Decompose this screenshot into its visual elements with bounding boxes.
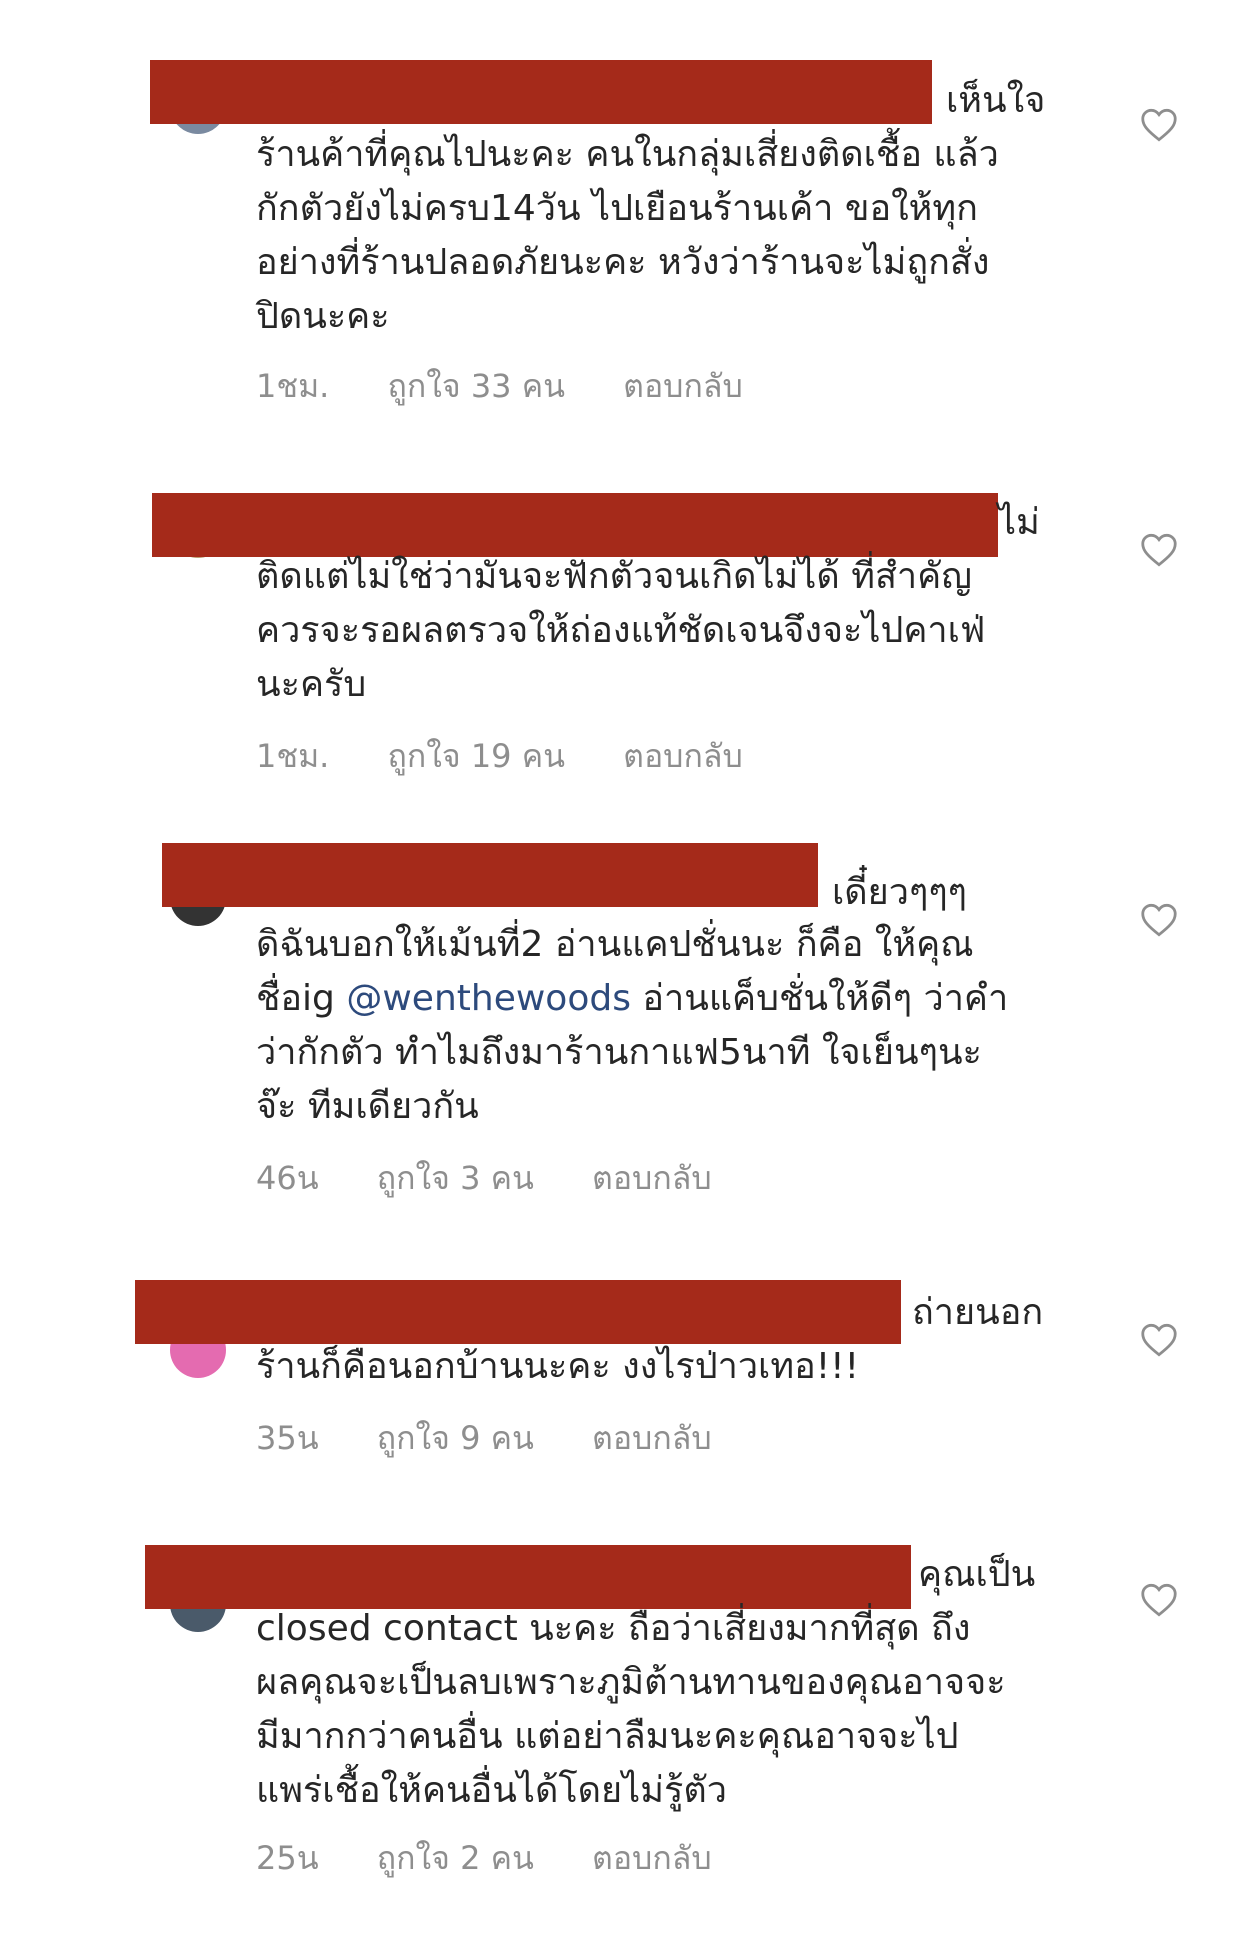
comment-text-start: เห็นใจ <box>946 80 1046 121</box>
comment-line: อย่างที่ร้านปลอดภัยนะคะ หวังว่าร้านจะไม่… <box>256 242 990 283</box>
comment-line: ว่ากักตัว ทำไมถึงมาร้านกาแฟ5นาที ใจเย็นๆ… <box>256 1032 982 1073</box>
likes-count[interactable]: ถูกใจ 9 คน <box>377 1418 534 1458</box>
comment-time: 25น <box>256 1839 319 1877</box>
comment-line: นะครับ <box>256 664 367 705</box>
heart-outline-icon[interactable] <box>1140 1323 1178 1357</box>
comment-text-start: เดี๋ยวๆๆๆ <box>832 872 967 913</box>
comment-meta: 1ชม. ถูกใจ 19 คน ตอบกลับ <box>256 736 791 776</box>
comment-time: 1ชม. <box>256 367 330 405</box>
redacted-username <box>162 843 818 907</box>
comment-meta: 35น ถูกใจ 9 คน ตอบกลับ <box>256 1418 760 1458</box>
comment-line: ร้านค้าที่คุณไปนะคะ คนในกลุ่มเสี่ยงติดเช… <box>256 134 999 175</box>
comment-line-end: อ่านแค็บชั่นให้ดีๆ ว่าคำ <box>630 978 1009 1019</box>
redacted-username <box>145 1545 911 1609</box>
comment-text: ร้านก็คือนอกบ้านนะคะ งงไรป่าวเทอ!!! <box>256 1340 1086 1394</box>
likes-count[interactable]: ถูกใจ 3 คน <box>377 1158 534 1198</box>
reply-button[interactable]: ตอบกลับ <box>592 1158 712 1198</box>
comment-time: 1ชม. <box>256 737 330 775</box>
comment-line: closed contact นะคะ ถือว่าเสี่ยงมากที่สุ… <box>256 1608 971 1649</box>
comment-text: closed contact นะคะ ถือว่าเสี่ยงมากที่สุ… <box>256 1602 1086 1818</box>
heart-outline-icon[interactable] <box>1140 533 1178 567</box>
redacted-username <box>150 60 932 124</box>
reply-button[interactable]: ตอบกลับ <box>623 366 743 406</box>
comment-line: ควรจะรอผลตรวจให้ถ่องแท้ชัดเจนจึงจะไปคาเฟ… <box>256 610 986 651</box>
comment-time: 35น <box>256 1419 319 1457</box>
comment-text: ดิฉันบอกให้เม้นที่2 อ่านแคปชั่นนะ ก็คือ … <box>256 918 1086 1134</box>
comment-text: ร้านค้าที่คุณไปนะคะ คนในกลุ่มเสี่ยงติดเช… <box>256 128 1086 344</box>
comment-line: ติดแต่ไม่ใช่ว่ามันจะฟักตัวจนเกิดไม่ได้ ท… <box>256 556 972 597</box>
comment-line: จ๊ะ ทีมเดียวกัน <box>256 1086 479 1127</box>
comment-text-start: คุณเป็น <box>918 1554 1036 1595</box>
comment-line: มีมากกว่าคนอื่น แต่อย่าลืมนะคะคุณอาจจะไป <box>256 1716 959 1757</box>
comment-text-start: ไม่ <box>998 502 1040 543</box>
comment-line: กักตัวยังไม่ครบ14วัน ไปเยือนร้านเค้า ขอใ… <box>256 188 978 229</box>
comment-text-start: ถ่ายนอก <box>912 1292 1044 1333</box>
comment-line: ร้านก็คือนอกบ้านนะคะ งงไรป่าวเทอ!!! <box>256 1346 859 1387</box>
comment-line: ชื่อig @wenthewoods อ่านแค็บชั่นให้ดีๆ ว… <box>256 972 1086 1026</box>
comment-meta: 1ชม. ถูกใจ 33 คน ตอบกลับ <box>256 366 791 406</box>
redacted-username <box>152 493 998 557</box>
likes-count[interactable]: ถูกใจ 33 คน <box>388 366 565 406</box>
comment-meta: 25น ถูกใจ 2 คน ตอบกลับ <box>256 1838 760 1878</box>
reply-button[interactable]: ตอบกลับ <box>592 1418 712 1458</box>
heart-outline-icon[interactable] <box>1140 1583 1178 1617</box>
heart-outline-icon[interactable] <box>1140 108 1178 142</box>
comment-line: ผลคุณจะเป็นลบเพราะภูมิต้านทานของคุณอาจจะ <box>256 1662 1006 1703</box>
likes-count[interactable]: ถูกใจ 2 คน <box>377 1838 534 1878</box>
likes-count[interactable]: ถูกใจ 19 คน <box>388 736 565 776</box>
comment-meta: 46น ถูกใจ 3 คน ตอบกลับ <box>256 1158 760 1198</box>
comment-line: ดิฉันบอกให้เม้นที่2 อ่านแคปชั่นนะ ก็คือ … <box>256 924 974 965</box>
heart-outline-icon[interactable] <box>1140 903 1178 937</box>
comment-time: 46น <box>256 1159 319 1197</box>
comment-line-start: ชื่อig <box>256 978 347 1019</box>
comment-line: ปิดนะคะ <box>256 296 390 337</box>
mention-link[interactable]: @wenthewoods <box>346 978 631 1019</box>
reply-button[interactable]: ตอบกลับ <box>623 736 743 776</box>
comment-line: แพร่เชื้อให้คนอื่นได้โดยไม่รู้ตัว <box>256 1770 727 1811</box>
reply-button[interactable]: ตอบกลับ <box>592 1838 712 1878</box>
comment-text: ติดแต่ไม่ใช่ว่ามันจะฟักตัวจนเกิดไม่ได้ ท… <box>256 550 1086 712</box>
redacted-username <box>135 1280 901 1344</box>
